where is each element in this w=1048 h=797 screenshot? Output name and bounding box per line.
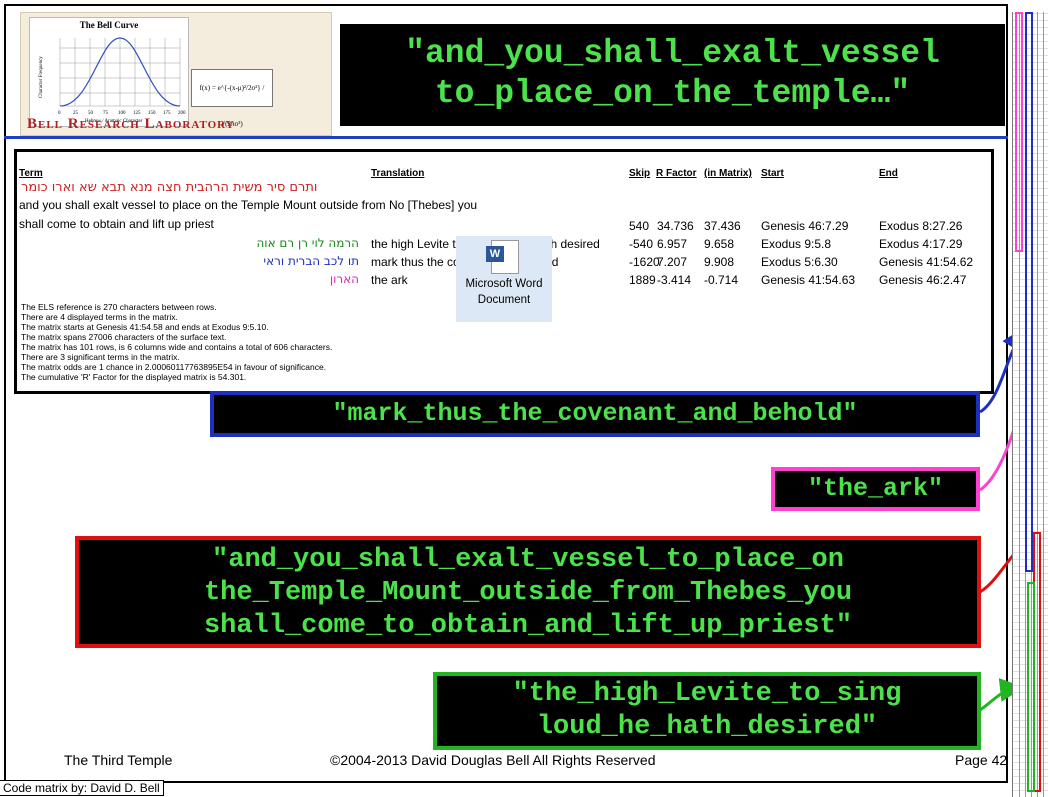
main-rfactor: 34.736	[657, 219, 694, 233]
col-header-rfactor: R Factor	[656, 168, 697, 179]
title-line-2: to_place_on_the_temple…"	[434, 75, 911, 112]
bell-curve-plot: Character Frequency Hebrew / Aramaic Cha…	[39, 37, 186, 124]
term-hebrew: הרמה לוי רן רם אוה	[256, 236, 359, 250]
term-rfactor: 7.207	[657, 255, 688, 269]
header-logo-image: The Bell Curve Character Frequency Hebre…	[20, 12, 332, 136]
callout-green: "the_high_Levite_to_sing loud_he_hath_des…	[433, 672, 981, 750]
term-rfactor: -3.414	[657, 273, 692, 287]
term-start: Genesis 41:54.63	[761, 273, 856, 287]
matrix-note: The matrix starts at Genesis 41:54.58 an…	[21, 322, 269, 332]
code-matrix-strip	[1012, 12, 1048, 797]
word-icon-label-1: Microsoft Word	[465, 278, 543, 290]
matrix-note: The matrix has 101 rows, is 6 columns wi…	[21, 342, 333, 352]
main-term-translation-2: shall come to obtain and lift up priest	[19, 217, 214, 231]
term-hebrew: הארון	[329, 272, 359, 286]
term-skip: -1620	[629, 255, 660, 269]
col-header-term: Term	[19, 168, 43, 179]
term-end: Genesis 46:2.47	[879, 273, 967, 287]
col-header-end: End	[879, 168, 898, 179]
callout-green-line-2: loud_he_hath_desired"	[536, 712, 878, 742]
bell-curve-formula: f(x) = e^{-(x-μ)²/2σ²} / √(2πσ²)	[191, 69, 273, 128]
term-end: Genesis 41:54.62	[879, 255, 974, 269]
matrix-note: The matrix odds are 1 chance in 2.000601…	[21, 362, 327, 372]
footer-copyright: ©2004-2013 David Douglas Bell All Rights…	[330, 752, 656, 768]
callout-green-line-1: "the_high_Levite_to_sing	[512, 679, 902, 709]
code-matrix-credit: Code matrix by: David D. Bell	[0, 780, 164, 796]
title-banner: "and_you_shall_exalt_vessel to_place_on_t…	[340, 24, 1005, 126]
main-skip: 540	[629, 219, 650, 233]
matrix-blue-box	[1025, 12, 1033, 572]
term-translation: the ark	[371, 273, 408, 287]
term-skip: 1889	[629, 273, 656, 287]
main-term-translation-1: and you shall exalt vessel to place on t…	[19, 198, 478, 212]
matrix-note: There are 3 significant terms in the mat…	[21, 352, 180, 362]
callout-red-line-3: shall_come_to_obtain_and_lift_up_priest"	[203, 611, 853, 641]
bell-curve-chart: The Bell Curve Character Frequency Hebre…	[29, 17, 189, 127]
term-skip: -540	[629, 237, 654, 251]
callout-pink: "the_ark"	[771, 467, 980, 511]
main-term-hebrew: ותרם סיר משית הרהבית חצה מנא תבא שא וארו…	[21, 180, 318, 195]
matrix-note: The matrix spans 27006 characters of the…	[21, 332, 227, 342]
header-divider	[4, 136, 1008, 139]
word-document-icon[interactable]: W Microsoft Word Document	[456, 236, 552, 322]
bell-curve-y-label: Character Frequency	[39, 56, 44, 98]
word-badge-icon: W	[486, 246, 504, 262]
term-start: Exodus 5:6.30	[761, 255, 838, 269]
term-end: Exodus 4:17.29	[879, 237, 963, 251]
callout-blue: "mark_thus_the_covenant_and_behold"	[210, 391, 980, 437]
matrix-pink-box	[1015, 12, 1023, 252]
matrix-note: The ELS reference is 270 characters betw…	[21, 302, 217, 312]
term-inmatrix: -0.714	[704, 273, 739, 287]
lab-name: Bell Research Laboratory	[27, 116, 235, 132]
word-icon-label-2: Document	[477, 294, 531, 306]
callout-red-line-1: "and_you_shall_exalt_vessel_to_place_on	[212, 545, 844, 575]
term-inmatrix: 9.658	[704, 237, 735, 251]
term-rfactor: 6.957	[657, 237, 688, 251]
main-inmatrix: 37.436	[704, 219, 741, 233]
matrix-note: The cumulative 'R' Factor for the displa…	[21, 372, 247, 382]
term-hebrew: תו לכב הברית וראי	[263, 254, 359, 268]
term-start: Exodus 9:5.8	[761, 237, 832, 251]
main-start: Genesis 46:7.29	[761, 219, 849, 233]
title-line-1: "and_you_shall_exalt_vessel	[405, 35, 940, 72]
matrix-note: There are 4 displayed terms in the matri…	[21, 312, 178, 322]
col-header-skip: Skip	[629, 168, 651, 179]
footer-page-number: Page 42	[955, 752, 1008, 768]
footer-title: The Third Temple	[64, 752, 173, 768]
matrix-green-box	[1027, 582, 1035, 792]
main-end: Exodus 8:27.26	[879, 219, 963, 233]
col-header-start: Start	[761, 168, 784, 179]
callout-red-line-2: the_Temple_Mount_outside_from_Thebes_you	[203, 578, 853, 608]
term-inmatrix: 9.908	[704, 255, 735, 269]
col-header-translation: Translation	[371, 168, 425, 179]
col-header-inmatrix: (in Matrix)	[704, 168, 752, 179]
callout-red: "and_you_shall_exalt_vessel_to_place_on t…	[75, 536, 981, 648]
